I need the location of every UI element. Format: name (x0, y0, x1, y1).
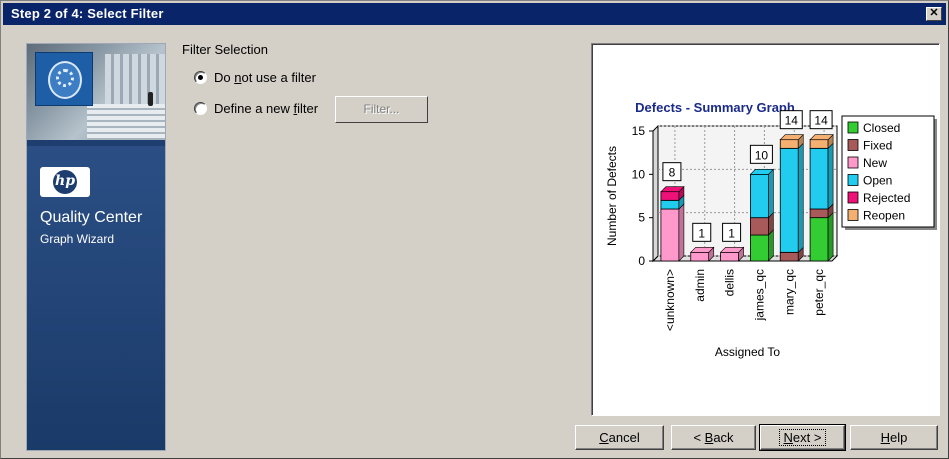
window-title: Step 2 of 4: Select Filter (11, 6, 164, 21)
data-label: 14 (785, 114, 799, 128)
bar-segment (779, 251, 799, 262)
plot-side-wall (652, 124, 659, 263)
no-filter-radio[interactable] (194, 70, 207, 84)
bar-segment (809, 217, 829, 262)
new-filter-radio[interactable] (194, 101, 207, 115)
close-icon[interactable]: ✕ (926, 7, 942, 21)
x-tick-label: <unknown> (663, 269, 677, 331)
legend-swatch (847, 156, 859, 169)
bar-segment (750, 173, 769, 219)
bar-segment-side (827, 142, 834, 210)
bar-segment-side (768, 168, 774, 219)
bar-segment-side (827, 211, 834, 262)
y-tick-label: 15 (632, 124, 646, 138)
next-button[interactable]: Next > (759, 424, 846, 451)
wizard-name: Graph Wizard (40, 232, 115, 246)
legend-label: Rejected (863, 191, 910, 205)
bar-segment (660, 199, 680, 210)
new-filter-label[interactable]: Define a new filter (214, 101, 318, 116)
graph-preview: Defects - Summary Graph 0 5 10 15 Number of D… (591, 43, 940, 416)
chart-title: Defects - Summary Graph (635, 100, 795, 115)
bar-segment (809, 208, 829, 219)
filter-selection-heading: Filter Selection (182, 42, 268, 57)
data-label: 1 (728, 226, 735, 240)
legend-label: Closed (863, 121, 900, 135)
legend-swatch (847, 139, 859, 151)
bar-segment (779, 147, 799, 253)
data-label: 1 (698, 226, 705, 240)
back-button[interactable]: < Back (671, 425, 756, 450)
bar-segment (809, 147, 829, 210)
legend-label: Reopen (863, 209, 905, 223)
legend-swatch (847, 174, 859, 186)
filter-button[interactable]: Filter... (335, 96, 428, 123)
x-tick-label: peter_qc (812, 269, 826, 316)
bar-segment (779, 139, 799, 149)
hp-logo-icon: hp (40, 167, 90, 197)
help-button[interactable]: Help (850, 425, 938, 450)
wizard-window: Step 2 of 4: Select Filter ✕ hp Quality … (0, 0, 949, 459)
new-filter-option[interactable]: Define a new filter (194, 99, 318, 117)
x-axis-label: Assigned To (715, 345, 780, 359)
summary-graph: Defects - Summary Graph 0 5 10 15 Number of D… (605, 100, 937, 359)
bar-segment (660, 208, 680, 262)
legend-swatch (847, 209, 859, 221)
x-tick-label: james_qc (752, 269, 766, 321)
product-logo-icon (35, 52, 93, 106)
bar-segment (750, 234, 769, 262)
legend-label: Open (863, 174, 892, 188)
bar-segment (720, 251, 739, 262)
no-filter-label[interactable]: Do not use a filter (214, 70, 316, 85)
legend-label: Fixed (863, 139, 892, 153)
y-tick-label: 5 (638, 211, 645, 225)
y-axis-label: Number of Defects (605, 146, 619, 246)
legend-swatch (847, 121, 859, 134)
bar-segment (750, 217, 769, 236)
no-filter-option[interactable]: Do not use a filter (194, 68, 316, 86)
y-tick-label: 10 (632, 167, 646, 181)
x-tick-label: admin (693, 269, 707, 302)
x-tick-label: mary_qc (782, 269, 796, 315)
sidebar-photo (27, 44, 165, 140)
bar-segment (809, 139, 829, 149)
bar-segment (660, 191, 680, 201)
legend-swatch (847, 191, 859, 204)
legend-label: New (863, 156, 887, 170)
cancel-button[interactable]: Cancel (575, 425, 664, 450)
sidebar-brand-band: hp Quality Center Graph Wizard (27, 146, 165, 450)
data-label: 10 (755, 148, 769, 162)
bar-segment-side (678, 203, 685, 262)
product-name: Quality Center (40, 209, 143, 226)
bar-segment-side (797, 142, 804, 254)
x-tick-label: dellis (723, 269, 737, 296)
y-tick-label: 0 (638, 254, 645, 268)
wizard-sidebar: hp Quality Center Graph Wizard (26, 43, 166, 451)
title-bar[interactable]: Step 2 of 4: Select Filter ✕ (3, 3, 946, 25)
bar-segment (690, 251, 710, 262)
data-label: 8 (669, 166, 676, 180)
data-label: 14 (814, 114, 828, 128)
